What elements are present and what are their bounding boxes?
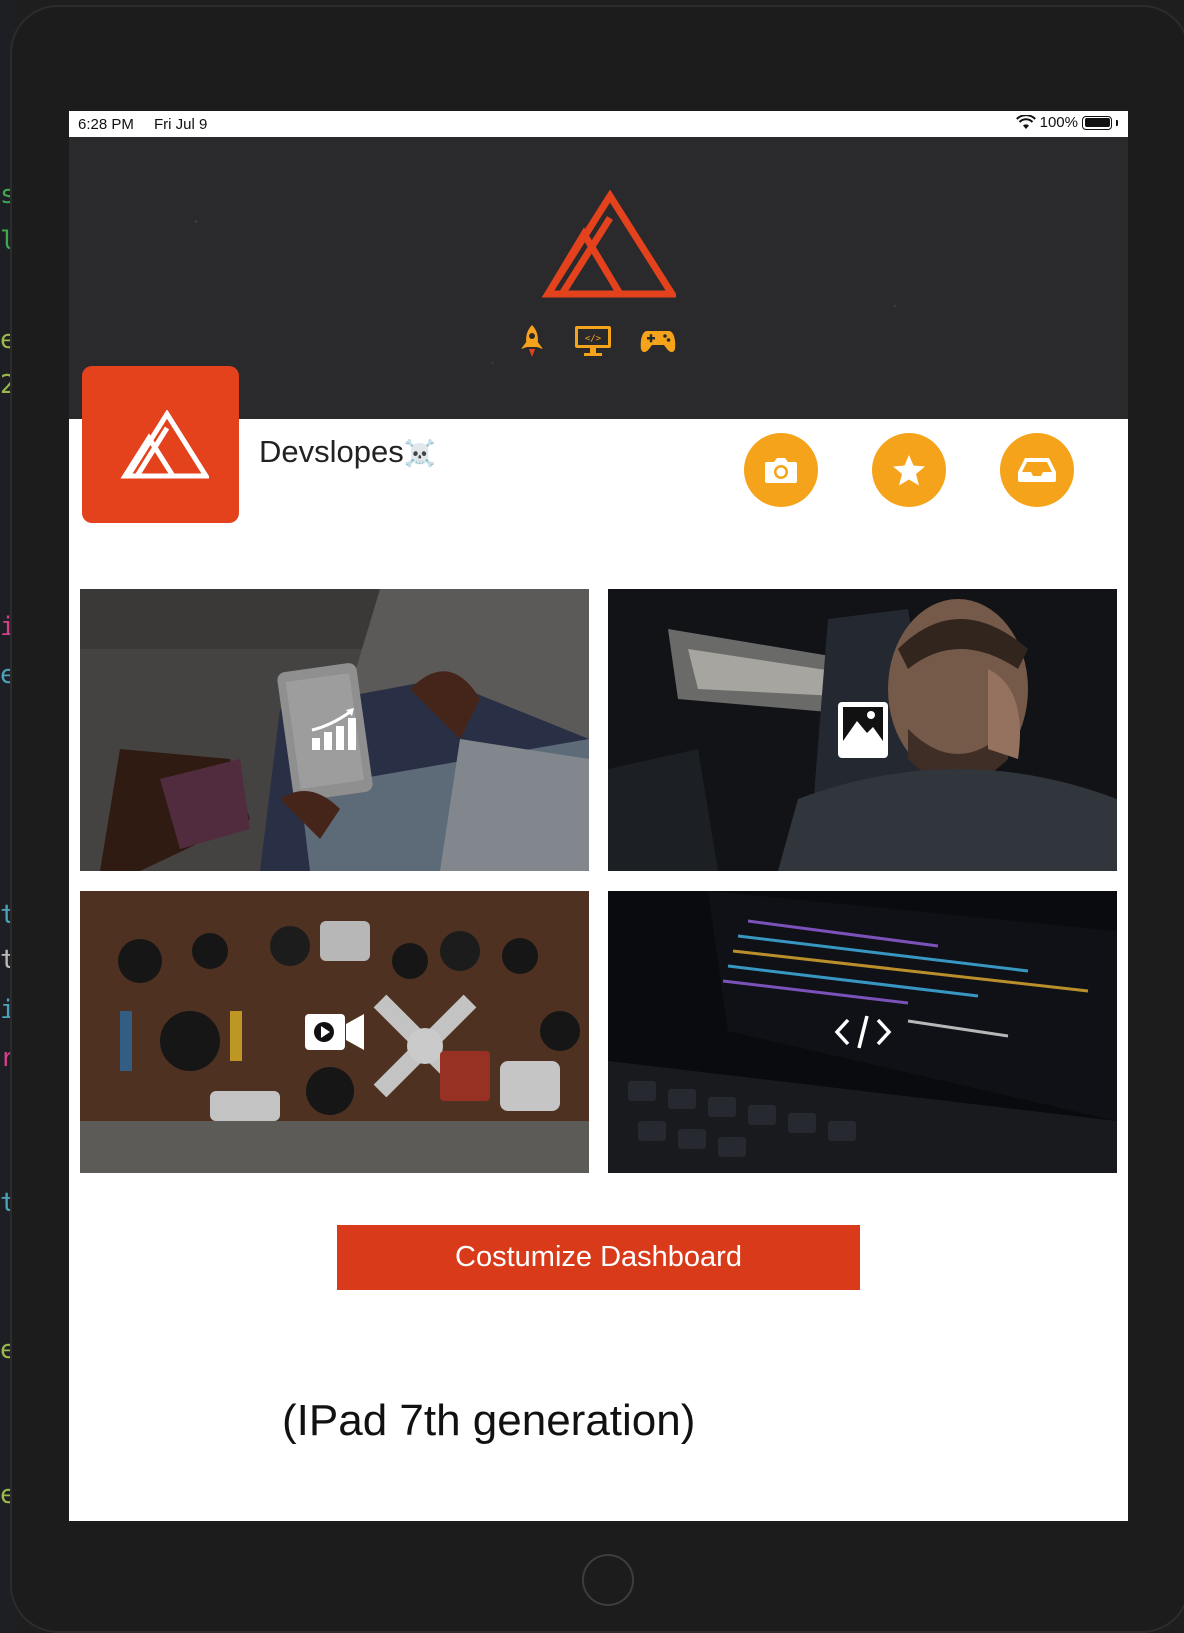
battery-tip [1116,119,1118,126]
profile-avatar[interactable] [82,366,239,523]
status-right: 100% [1015,114,1118,131]
mountain-logo-icon [119,409,209,478]
star-icon [893,455,925,486]
code-tile[interactable] [608,891,1117,1173]
photos-tile[interactable] [608,589,1117,871]
battery-icon [1082,115,1112,130]
chart-icon [311,708,356,750]
status-bar: 6:28 PM Fri Jul 9 100% [69,111,1128,137]
battery-percent: 100% [1039,114,1078,131]
code-icon [834,1015,891,1049]
wifi-icon [1015,115,1036,129]
svg-text:</>: </> [585,334,602,344]
status-time: 6:28 PM [78,116,134,133]
video-tile[interactable] [80,891,589,1173]
home-button[interactable] [582,1554,634,1606]
gamepad-icon [640,331,676,352]
favorites-button[interactable] [872,433,946,507]
profile-name: Devslopes☠️ [259,434,436,470]
inbox-button[interactable] [1000,433,1074,507]
rocket-icon [521,325,543,357]
camera-icon [765,458,797,483]
mountain-logo-icon [541,190,676,298]
video-icon [304,1014,364,1050]
profile-name-text: Devslopes [259,434,404,469]
camera-button[interactable] [744,433,818,507]
analytics-tile[interactable] [80,589,589,871]
status-date: Fri Jul 9 [154,116,208,133]
device-caption: (IPad 7th generation) [282,1396,696,1445]
skull-emoji: ☠️ [403,438,437,468]
image-icon [837,702,888,758]
inbox-icon [1018,458,1056,482]
app-screen: 6:28 PM Fri Jul 9 100% </> Devslopes☠️ C… [69,111,1128,1521]
monitor-code-icon: </> [575,326,611,356]
customize-dashboard-button[interactable]: Costumize Dashboard [337,1225,860,1290]
header-icon-row: </> [517,323,677,359]
